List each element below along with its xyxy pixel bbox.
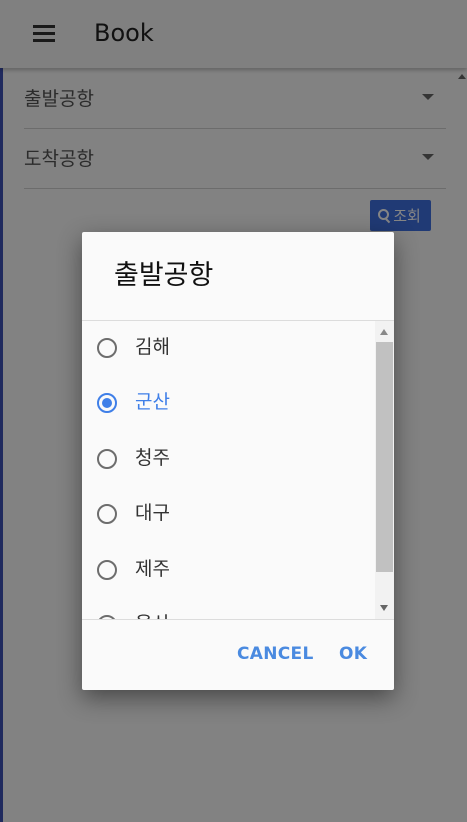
radio-button-icon[interactable]: [97, 504, 117, 524]
airport-option-label: 군산: [135, 391, 170, 413]
airport-option[interactable]: 군산: [82, 376, 374, 432]
departure-airport-dialog: 출발공항 김해 군산 청주 대구 제주 CANCEL OK: [82, 232, 394, 690]
radio-button-selected-icon[interactable]: [97, 393, 117, 413]
airport-option-label: 대구: [135, 502, 170, 524]
airport-option-list: 김해 군산 청주 대구 제주 울산: [82, 321, 374, 619]
cancel-button[interactable]: CANCEL: [237, 642, 314, 666]
airport-option[interactable]: 대구: [82, 487, 374, 543]
airport-option-label: 청주: [135, 447, 170, 469]
airport-option[interactable]: 김해: [82, 321, 374, 377]
radio-button-icon[interactable]: [97, 560, 117, 580]
dialog-scrollbar[interactable]: [375, 321, 394, 619]
dialog-divider: [82, 619, 394, 620]
scrollbar-thumb[interactable]: [376, 342, 393, 572]
airport-option-label: 울산: [135, 612, 170, 619]
radio-button-icon[interactable]: [97, 449, 117, 469]
ok-button[interactable]: OK: [339, 642, 367, 666]
airport-option[interactable]: 울산: [82, 598, 374, 619]
airport-option[interactable]: 청주: [82, 432, 374, 488]
airport-option[interactable]: 제주: [82, 543, 374, 599]
app-screen: Book 출발공항 도착공항 조회 출발공항 김해 군산 청주 대구 제주 CA…: [0, 0, 467, 822]
dialog-title: 출발공항: [114, 260, 214, 291]
airport-option-label: 제주: [135, 558, 170, 580]
scroll-up-icon[interactable]: [380, 329, 388, 335]
scroll-down-icon[interactable]: [380, 605, 388, 611]
radio-button-icon[interactable]: [97, 338, 117, 358]
airport-option-label: 김해: [135, 336, 170, 358]
